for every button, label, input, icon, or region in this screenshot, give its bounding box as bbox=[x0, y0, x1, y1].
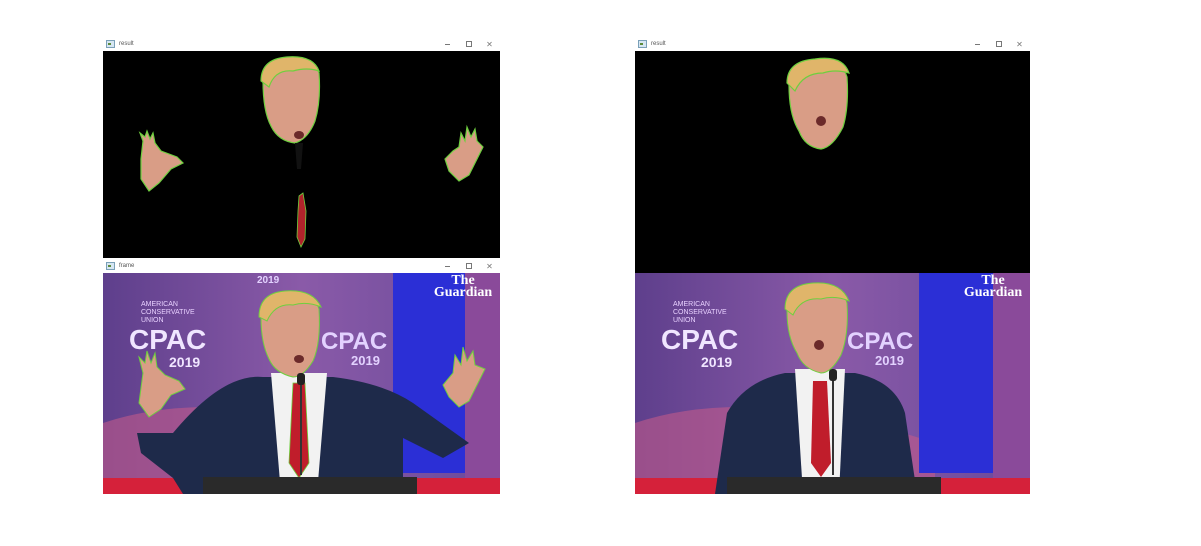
close-icon: ✕ bbox=[486, 261, 493, 271]
video-frame-render: AMERICAN CONSERVATIVE UNION CPAC 2019 CP… bbox=[103, 273, 500, 494]
banner-text: UNION bbox=[673, 317, 696, 324]
banner-text: CONSERVATIVE bbox=[141, 309, 195, 316]
close-button[interactable]: ✕ bbox=[479, 37, 500, 51]
minimize-icon bbox=[445, 43, 450, 45]
banner-big-text: CPAC bbox=[847, 328, 913, 355]
video-frame: AMERICAN CONSERVATIVE UNION CPAC 2019 CP… bbox=[635, 273, 1030, 494]
frame-window[interactable]: frame ✕ AMERICAN CONSERVATIVE UNION CPAC… bbox=[103, 259, 500, 494]
guardian-logo: The Guardian bbox=[958, 274, 1028, 300]
banner-big-text: CPAC bbox=[321, 328, 387, 355]
banner-big-text: CPAC bbox=[129, 324, 206, 355]
maximize-icon bbox=[995, 41, 1002, 47]
minimize-icon bbox=[445, 265, 450, 267]
maximize-icon bbox=[465, 41, 472, 47]
logo-line: Guardian bbox=[963, 285, 1023, 300]
result-window-right[interactable]: result ✕ AMERICAN CONSERVATIVE UNION CPA… bbox=[635, 37, 1030, 494]
window-title: result bbox=[119, 41, 134, 47]
banner-year: 2019 bbox=[701, 354, 732, 370]
window-title: frame bbox=[119, 263, 135, 269]
banner-text: CONSERVATIVE bbox=[673, 309, 727, 316]
top-year: 2019 bbox=[257, 275, 280, 286]
maximize-button[interactable] bbox=[458, 259, 479, 273]
minimize-button[interactable] bbox=[967, 37, 988, 51]
result-window-left[interactable]: result ✕ bbox=[103, 37, 500, 258]
close-button[interactable]: ✕ bbox=[479, 259, 500, 273]
maximize-icon bbox=[465, 263, 472, 269]
minimize-icon bbox=[975, 43, 980, 45]
skin-mask-render bbox=[103, 51, 500, 258]
banner-year: 2019 bbox=[875, 353, 904, 368]
close-icon: ✕ bbox=[486, 39, 493, 49]
close-icon: ✕ bbox=[1016, 39, 1023, 49]
title-bar[interactable]: frame ✕ bbox=[103, 259, 500, 273]
guardian-logo: The Guardian bbox=[428, 274, 498, 300]
banner-big-text: CPAC bbox=[661, 324, 738, 355]
maximize-button[interactable] bbox=[458, 37, 479, 51]
banner-text: AMERICAN bbox=[141, 301, 178, 308]
app-icon bbox=[638, 40, 647, 48]
app-icon bbox=[106, 40, 115, 48]
face-mask-render bbox=[635, 51, 1030, 273]
minimize-button[interactable] bbox=[437, 37, 458, 51]
video-frame: AMERICAN CONSERVATIVE UNION CPAC 2019 CP… bbox=[103, 273, 500, 494]
banner-year: 2019 bbox=[351, 353, 380, 368]
banner-year: 2019 bbox=[169, 354, 200, 370]
banner-text: AMERICAN bbox=[673, 301, 710, 308]
title-bar[interactable]: result ✕ bbox=[635, 37, 1030, 51]
minimize-button[interactable] bbox=[437, 259, 458, 273]
window-title: result bbox=[651, 41, 666, 47]
maximize-button[interactable] bbox=[988, 37, 1009, 51]
title-bar[interactable]: result ✕ bbox=[103, 37, 500, 51]
logo-line: Guardian bbox=[433, 285, 493, 300]
banner-text: UNION bbox=[141, 317, 164, 324]
result-image bbox=[635, 51, 1030, 273]
video-frame-render: AMERICAN CONSERVATIVE UNION CPAC 2019 CP… bbox=[635, 273, 1030, 494]
app-icon bbox=[106, 262, 115, 270]
close-button[interactable]: ✕ bbox=[1009, 37, 1030, 51]
result-image bbox=[103, 51, 500, 258]
